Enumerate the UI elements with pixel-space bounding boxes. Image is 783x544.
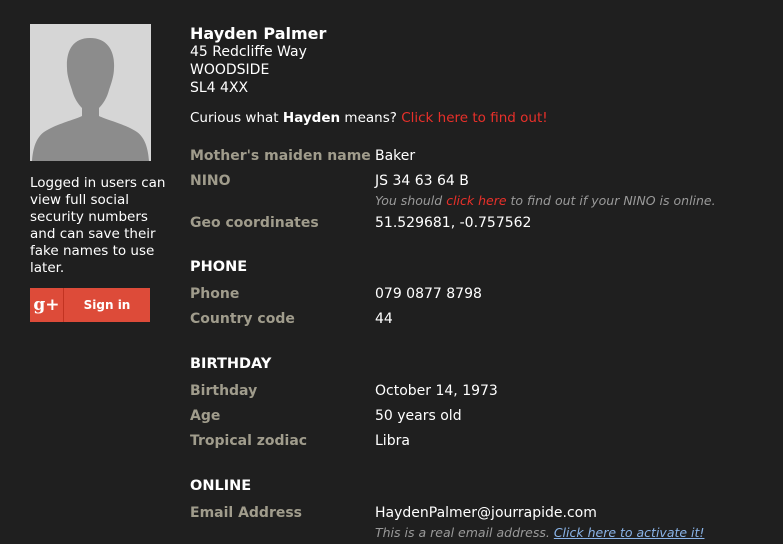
country-code-value: 44 <box>375 311 393 327</box>
address-line-3: SL4 4XX <box>190 80 249 96</box>
mmn-value: Baker <box>375 148 416 164</box>
nino-note: You should click here to find out if you… <box>375 193 716 208</box>
page: Logged in users can view full social sec… <box>0 0 783 544</box>
birthday-label: Birthday <box>190 383 258 399</box>
email-note: This is a real email address. Click here… <box>375 525 704 540</box>
mmn-label: Mother's maiden name <box>190 148 371 164</box>
profile-main: Hayden Palmer 45 Redcliffe Way WOODSIDE … <box>190 24 770 540</box>
birthday-value: October 14, 1973 <box>375 383 498 399</box>
avatar-silhouette-icon <box>30 24 151 161</box>
curious-prefix: Curious what <box>190 110 283 126</box>
name-meaning-line: Curious what Hayden means? Click here to… <box>190 110 548 126</box>
avatar <box>30 24 151 161</box>
google-plus-signin-button[interactable]: g+ Sign in <box>30 288 150 322</box>
phone-section-title: PHONE <box>190 259 248 275</box>
curious-suffix: means? <box>340 110 402 126</box>
zodiac-label: Tropical zodiac <box>190 433 308 449</box>
country-code-label: Country code <box>190 311 295 327</box>
phone-value: 079 0877 8798 <box>375 286 482 302</box>
age-label: Age <box>190 408 221 424</box>
person-name: Hayden Palmer <box>190 24 327 43</box>
address-line-1: 45 Redcliffe Way <box>190 44 307 60</box>
nino-check-link[interactable]: click here <box>446 193 506 208</box>
nino-value: JS 34 63 64 B <box>375 173 469 189</box>
email-note-prefix: This is a real email address. <box>375 525 554 540</box>
geo-value-link[interactable]: 51.529681, -0.757562 <box>375 215 531 231</box>
nino-note-suffix: to find out if your NINO is online. <box>506 193 716 208</box>
login-note: Logged in users can view full social sec… <box>30 175 166 276</box>
email-label: Email Address <box>190 505 303 521</box>
signin-label: Sign in <box>83 298 131 312</box>
nino-note-prefix: You should <box>375 193 447 208</box>
geo-label: Geo coordinates <box>190 215 319 231</box>
nino-label: NINO <box>190 173 231 189</box>
sidebar: Logged in users can view full social sec… <box>30 24 170 322</box>
address-line-2: WOODSIDE <box>190 62 270 78</box>
name-meaning-link[interactable]: Click here to find out! <box>401 110 547 126</box>
birthday-section-title: BIRTHDAY <box>190 356 272 372</box>
phone-label: Phone <box>190 286 240 302</box>
activate-email-link[interactable]: Click here to activate it! <box>554 525 705 540</box>
age-value: 50 years old <box>375 408 462 424</box>
online-section-title: ONLINE <box>190 478 252 494</box>
email-value: HaydenPalmer@jourrapide.com <box>375 505 597 521</box>
zodiac-value: Libra <box>375 433 410 449</box>
curious-name: Hayden <box>282 110 341 126</box>
google-plus-icon: g+ <box>30 288 64 322</box>
